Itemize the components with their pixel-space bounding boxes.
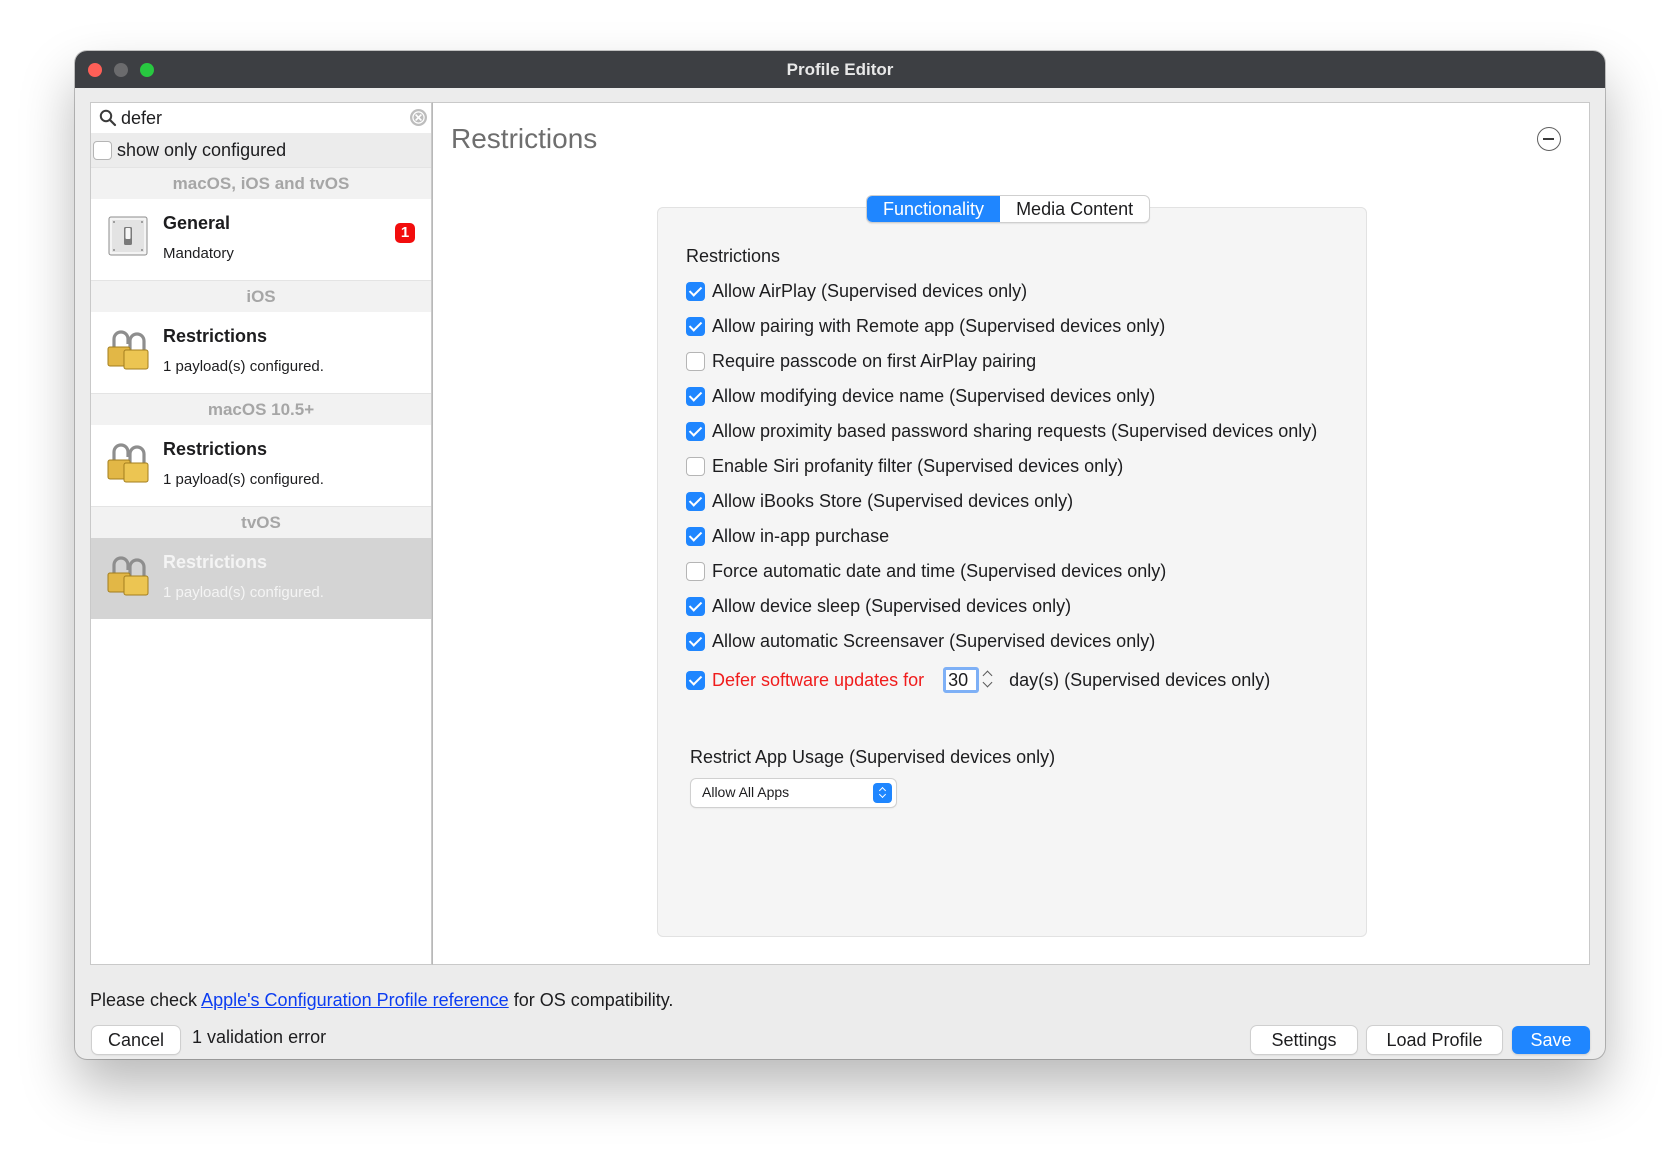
settings-button[interactable]: Settings [1251,1026,1357,1054]
option-allow-modify-device-name: Allow modifying device name (Supervised … [686,385,1155,407]
remove-payload-button[interactable] [1537,127,1561,151]
option-label: Allow in-app purchase [712,525,890,546]
checkbox[interactable] [686,386,705,406]
show-only-configured-row: show only configured [91,133,431,167]
payload-item-restrictions-macos[interactable]: Restrictions 1 payload(s) configured. [91,425,431,506]
load-profile-button[interactable]: Load Profile [1367,1026,1502,1054]
search-input[interactable] [121,106,411,130]
select-arrows-icon [873,783,892,803]
payload-name: Restrictions [163,552,268,572]
checkbox[interactable] [686,421,705,441]
payload-sidebar: show only configured macOS, iOS and tvOS… [90,102,432,965]
option-allow-airplay: Allow AirPlay (Supervised devices only) [686,280,1027,302]
show-only-configured-checkbox[interactable] [93,141,112,160]
error-badge: 1 [395,223,415,243]
option-allow-password-sharing: Allow proximity based password sharing r… [686,420,1317,442]
checkbox[interactable] [686,670,705,690]
checkbox[interactable] [686,351,705,371]
checkbox[interactable] [686,316,705,336]
payload-subtitle: 1 payload(s) configured. [163,471,324,488]
option-label: Allow pairing with Remote app (Supervise… [712,315,1166,336]
checkbox[interactable] [686,526,705,546]
restrict-app-usage-select[interactable]: Allow All Apps [691,779,896,807]
page-title: Restrictions [451,123,598,154]
option-label: Allow AirPlay (Supervised devices only) [712,280,1028,301]
select-value: Allow All Apps [702,784,790,800]
payload-item-restrictions-ios[interactable]: Restrictions 1 payload(s) configured. [91,312,431,393]
payload-item-general[interactable]: General Mandatory 1 [91,199,431,280]
cancel-button[interactable]: Cancel [92,1026,180,1054]
checkbox[interactable] [686,491,705,511]
option-require-airplay-passcode: Require passcode on first AirPlay pairin… [686,350,1036,372]
defer-days-stepper[interactable] [982,668,995,692]
payload-name: Restrictions [163,326,268,346]
restrict-app-usage-label: Restrict App Usage (Supervised devices o… [690,747,1056,767]
option-label: Allow modifying device name (Supervised … [712,385,1156,406]
option-allow-ibooks-store: Allow iBooks Store (Supervised devices o… [686,490,1073,512]
clear-search-icon[interactable] [409,108,428,127]
search-icon [99,109,117,127]
section-header-ios: iOS [91,280,431,312]
search-bar [91,103,431,133]
option-defer-software-updates: Defer software updates for 30 day(s) (Su… [686,665,1270,695]
show-only-configured-label: show only configured [117,140,287,160]
payload-subtitle: Mandatory [163,245,234,262]
padlock-icon [107,556,149,596]
tab-bar: Functionality Media Content [866,195,1151,223]
payload-subtitle: 1 payload(s) configured. [163,584,324,601]
option-label: Allow device sleep (Supervised devices o… [712,595,1072,616]
padlock-icon [107,330,149,370]
option-label: Allow proximity based password sharing r… [712,420,1318,441]
defer-days-suffix: day(s) (Supervised devices only) [1009,669,1271,690]
payload-editor-panel: Restrictions Functionality Media Content… [432,102,1590,965]
checkbox[interactable] [686,596,705,616]
defer-days-input[interactable]: 30 [943,667,980,693]
payload-item-restrictions-tvos[interactable]: Restrictions 1 payload(s) configured. [91,538,431,619]
note-prefix: Please check [90,990,202,1010]
section-header-all-platforms: macOS, iOS and tvOS [91,167,431,199]
option-label: Enable Siri profanity filter (Supervised… [712,455,1124,476]
payload-name: Restrictions [163,439,268,459]
option-allow-device-sleep: Allow device sleep (Supervised devices o… [686,595,1071,617]
restrictions-group-label: Restrictions [686,246,781,266]
checkbox[interactable] [686,281,705,301]
option-siri-profanity-filter: Enable Siri profanity filter (Supervised… [686,455,1123,477]
option-label: Force automatic date and time (Supervise… [712,560,1167,581]
save-button[interactable]: Save [1512,1026,1590,1054]
checkbox[interactable] [686,456,705,476]
title-bar: Profile Editor [75,51,1605,88]
compatibility-note: Please check Apple's Configuration Profi… [90,990,673,1011]
option-label: Require passcode on first AirPlay pairin… [712,350,1037,371]
tab-media-content[interactable]: Media Content [1000,196,1149,222]
option-force-automatic-date-time: Force automatic date and time (Supervise… [686,560,1166,582]
section-header-tvos: tvOS [91,506,431,538]
note-suffix: for OS compatibility. [508,990,674,1010]
switch-icon [108,216,148,256]
chevron-down-icon[interactable] [982,677,993,688]
window-title: Profile Editor [786,60,894,79]
option-label: Allow iBooks Store (Supervised devices o… [712,490,1074,511]
checkbox[interactable] [686,561,705,581]
payload-list: macOS, iOS and tvOS General Mandatory 1 … [91,167,431,619]
option-allow-remote-pairing: Allow pairing with Remote app (Supervise… [686,315,1165,337]
configuration-profile-reference-link[interactable]: Apple's Configuration Profile reference [201,990,509,1010]
tab-functionality[interactable]: Functionality [867,196,1001,222]
profile-editor-window: Profile Editor show only configured macO… [75,51,1605,1059]
payload-name: General [163,213,231,233]
padlock-icon [107,443,149,483]
checkbox[interactable] [686,631,705,651]
option-allow-in-app-purchase: Allow in-app purchase [686,525,889,547]
option-label: Allow automatic Screensaver (Supervised … [712,630,1156,651]
defer-updates-label: Defer software updates for [712,669,925,690]
section-header-macos: macOS 10.5+ [91,393,431,425]
option-allow-automatic-screensaver: Allow automatic Screensaver (Supervised … [686,630,1155,652]
payload-subtitle: 1 payload(s) configured. [163,358,324,375]
validation-status: 1 validation error [192,1027,327,1047]
